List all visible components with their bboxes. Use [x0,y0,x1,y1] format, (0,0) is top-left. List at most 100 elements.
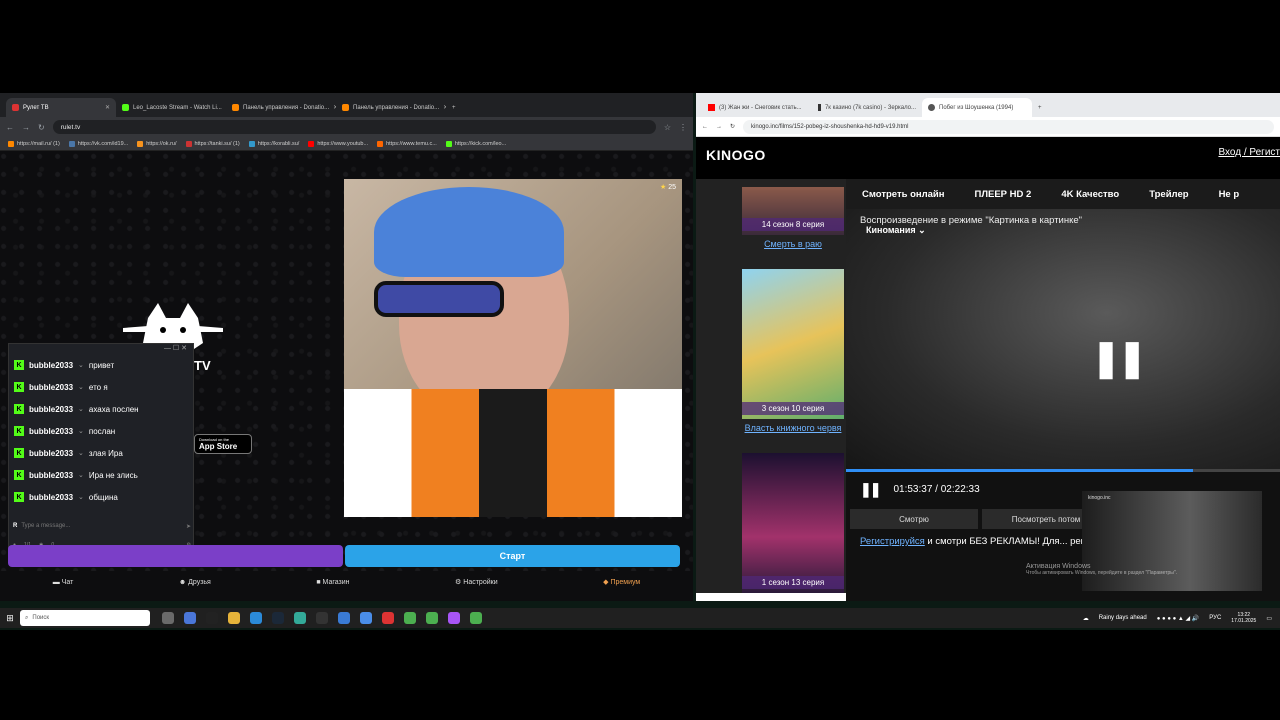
nav-friends[interactable]: ☻ Друзья [179,579,211,586]
chat-user[interactable]: bubble2033 [29,361,73,370]
chat-text: ахаха послен [88,404,139,414]
tab-trailer[interactable]: Трейлер [1149,189,1188,200]
app-icon[interactable] [184,612,196,624]
star-icon[interactable]: ☆ [664,123,671,132]
chat-user[interactable]: bubble2033 [29,493,73,502]
windows-start-icon[interactable]: ⊞ [0,613,20,624]
start-button[interactable]: Старт [345,545,680,567]
search-label: Поиск [32,615,50,621]
send-icon[interactable]: ➤ [186,523,191,530]
menu-icon[interactable]: ⋮ [679,123,687,132]
poster-1[interactable]: 14 сезон 8 серия [742,187,844,235]
chat-input[interactable]: R Type a message... ➤ [13,519,191,533]
nav-shop[interactable]: ■ Магазин [316,579,349,586]
watching-button[interactable]: Смотрю [850,509,978,529]
tab-4k[interactable]: 4K Качество [1061,189,1119,200]
app-icon[interactable] [382,612,394,624]
chat-user[interactable]: bubble2033 [29,471,73,480]
back-icon[interactable]: ← [6,123,14,132]
chrome-icon[interactable] [470,612,482,624]
bookmark[interactable]: https://vk.com/id19... [68,140,128,147]
poster-2[interactable]: 3 сезон 10 серия [742,269,844,419]
kinogo-logo[interactable]: KINOGO [706,147,766,163]
youtube-icon [708,104,715,111]
bookmark[interactable]: https://tanki.su/ (1) [185,140,240,147]
app-icon[interactable] [338,612,350,624]
register-link[interactable]: Регистрируйся [860,536,925,547]
chat-user[interactable]: bubble2033 [29,427,73,436]
forward-icon[interactable]: → [22,123,30,132]
tab-player-hd2[interactable]: ПЛЕЕР HD 2 [975,189,1032,200]
chat-user[interactable]: bubble2033 [29,405,73,414]
forward-icon[interactable]: → [716,124,722,130]
shirt [344,389,682,517]
notification-icon[interactable]: ▭ [1266,615,1272,622]
reload-icon[interactable]: ↻ [38,123,45,132]
tray-icons[interactable]: ● ● ● ● ▲ ◢ 🔊 [1157,615,1200,622]
stop-button[interactable] [8,545,343,567]
tab-youtube[interactable]: (3) Жан жи - Снеговик стать... [702,98,812,117]
weather-icon: ☁ [1082,615,1089,622]
steam-icon[interactable] [272,612,284,624]
task-view-icon[interactable] [162,612,174,624]
app-icon[interactable] [294,612,306,624]
chat-window-controls[interactable]: — ☐ ✕ [9,344,193,354]
app-icon[interactable] [316,612,328,624]
url-text: kinogo.inc/films/152-pobeg-iz-shoushenka… [751,123,909,130]
reload-icon[interactable]: ↻ [730,123,735,130]
chat-user[interactable]: bubble2033 [29,449,73,458]
close-icon[interactable]: ✕ [105,104,110,111]
bookmark[interactable]: https://ok.ru/ [137,140,177,147]
nav-premium[interactable]: ◆ Премиум [603,578,640,586]
chrome-icon[interactable] [404,612,416,624]
chat-user[interactable]: bubble2033 [29,383,73,392]
poster-title[interactable]: Смерть в раю [742,239,844,249]
nav-chat[interactable]: ▬ Чат [53,579,74,586]
chrome-icon[interactable] [426,612,438,624]
tab-watch-online[interactable]: Смотреть онлайн [862,189,945,200]
video-surface[interactable]: Воспроизведение в режиме "Картинка в кар… [846,209,1280,469]
url-input[interactable]: kinogo.inc/films/152-pobeg-iz-shoushenka… [743,119,1274,134]
poster-3[interactable]: 1 сезон 13 серия [742,453,844,593]
new-tab-button[interactable]: + [446,98,466,117]
app-icon[interactable] [206,612,218,624]
tab-donation-2[interactable]: Панель управления - Donatio... ✕ [336,98,446,117]
weather-text[interactable]: Rainy days ahead [1099,615,1147,621]
tab-casino[interactable]: 7к казино (7k casino) - Зеркало... [812,98,922,117]
bookmark[interactable]: https://www.youtub... [308,140,368,147]
pause-icon[interactable]: ❚❚ [1091,337,1147,379]
tab-ruletv[interactable]: Рулет ТВ ✕ [6,98,116,117]
tab-more[interactable]: Не р [1219,189,1240,200]
source-select[interactable]: Киномания ⌄ [866,225,926,236]
clock[interactable]: 13:22 17.01.2025 [1231,612,1256,624]
chevron-down-icon: ⌄ [78,362,84,369]
tab-kinogo[interactable]: Побег из Шоушенка (1994) [922,98,1032,117]
back-icon[interactable]: ← [702,124,708,130]
left-address-bar: ← → ↻ rulet.tv ☆ ⋮ [0,117,693,137]
app-icon[interactable] [360,612,372,624]
url-input[interactable]: rulet.tv [52,120,656,134]
app-icon[interactable] [448,612,460,624]
pause-button[interactable]: ❚❚ [860,481,882,498]
bookmark[interactable]: https://mail.ru/ (1) [8,140,60,147]
login-link[interactable]: Вход / Регист [1218,147,1280,158]
taskbar-search[interactable]: ⌕ Поиск [20,610,150,626]
kick-icon: K [14,360,24,370]
kick-icon: K [14,448,24,458]
tab-donation-1[interactable]: Панель управления - Donatio... ✕ [226,98,336,117]
language-indicator[interactable]: РУС [1209,615,1221,621]
poster-title[interactable]: Власть книжного червя [742,423,844,433]
bookmark[interactable]: https://korabli.su/ [248,140,299,147]
new-tab-button[interactable]: + [1032,98,1052,117]
bookmark[interactable]: https://www.temu.c... [377,140,437,147]
nav-settings[interactable]: ⚙ Настройки [455,578,498,586]
tab-kick[interactable]: Leo_Lacoste Stream - Watch Li...✕ [116,98,226,117]
progress-bar[interactable] [846,469,1280,472]
bookmark-label: https://ok.ru/ [146,140,177,147]
pip-window[interactable]: kinogo.inc [1082,491,1262,591]
bookmark[interactable]: https://kick.com/leo... [445,140,506,147]
folder-icon[interactable] [228,612,240,624]
edge-icon[interactable] [250,612,262,624]
chat-text: община [88,492,118,502]
app-store-button[interactable]: Download on the App Store [194,434,252,454]
